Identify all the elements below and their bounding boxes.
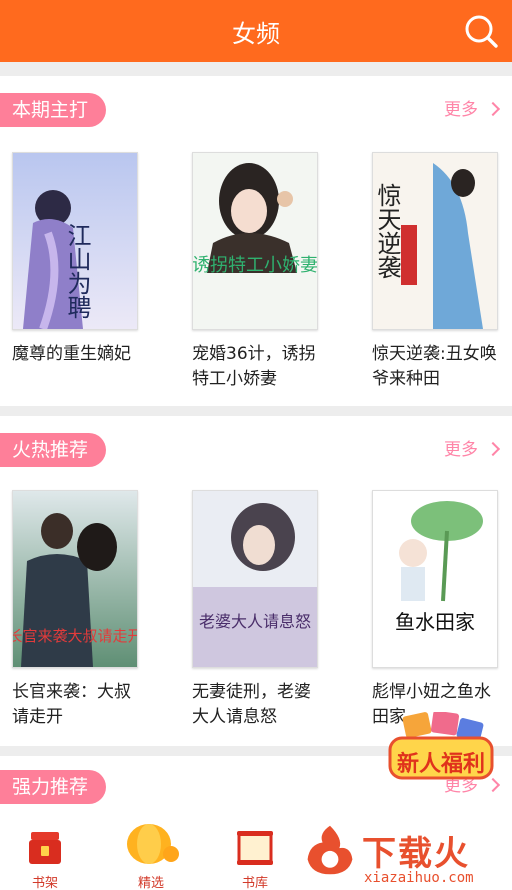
- book-cover[interactable]: 老婆大人请息怒: [192, 490, 318, 668]
- book-card[interactable]: 江山为聘 魔尊的重生嫡妃: [12, 152, 142, 367]
- book-cover[interactable]: 江山为聘: [12, 152, 138, 330]
- cover-title: 惊天逆袭: [373, 183, 401, 279]
- book-title[interactable]: 惊天逆袭:丑女唤爷来种田: [372, 342, 502, 392]
- chevron-right-icon: [485, 441, 501, 457]
- promo-label: 新人福利: [396, 752, 485, 777]
- section-title: 火热推荐: [0, 433, 107, 467]
- flame-logo-icon: [307, 825, 353, 875]
- cover-title: 江山为聘: [63, 223, 91, 319]
- book-card[interactable]: 鱼水田家 彪悍小妞之鱼水田家: [372, 490, 502, 730]
- scroll-icon: [237, 831, 273, 865]
- lantern-icon: [127, 824, 179, 864]
- tab-label: 书库: [241, 876, 268, 890]
- book-title[interactable]: 宠婚36计，诱拐特工小娇妻: [192, 342, 322, 392]
- section-featured: 本期主打 更多 江山为聘 魔尊的重生嫡妃 诱拐特工小娇妻 宠婚36计，诱拐特工小…: [0, 76, 512, 406]
- book-cover[interactable]: 惊天逆袭: [372, 152, 498, 330]
- more-link[interactable]: 更多: [444, 436, 501, 464]
- new-user-promo-badge[interactable]: 新人福利: [386, 710, 496, 788]
- book-card[interactable]: 惊天逆袭 惊天逆袭:丑女唤爷来种田: [372, 152, 502, 392]
- book-card[interactable]: 长官来袭大叔请走开 长官来袭：大叔请走开: [12, 490, 142, 730]
- top-bar: 女频: [0, 0, 512, 62]
- cover-title: 长官来袭大叔请走开: [13, 627, 137, 645]
- page-title: 女频: [232, 20, 280, 48]
- section-title: 本期主打: [0, 93, 107, 127]
- watermark: 下载火 xiazaihuo.com: [302, 820, 510, 890]
- search-icon[interactable]: [462, 12, 500, 50]
- book-title[interactable]: 长官来袭：大叔请走开: [12, 680, 142, 730]
- book-cover[interactable]: 鱼水田家: [372, 490, 498, 668]
- book-card[interactable]: 诱拐特工小娇妻 宠婚36计，诱拐特工小娇妻: [192, 152, 322, 392]
- cover-title: 鱼水田家: [395, 610, 475, 634]
- cover-title: 诱拐特工小娇妻: [193, 255, 317, 276]
- book-cover[interactable]: 诱拐特工小娇妻: [192, 152, 318, 330]
- cover-title: 老婆大人请息怒: [199, 612, 311, 631]
- chevron-right-icon: [485, 101, 501, 117]
- tab-label: 精选: [137, 876, 164, 890]
- book-card[interactable]: 老婆大人请息怒 无妻徒刑，老婆大人请息怒: [192, 490, 322, 730]
- tab-label: 书架: [31, 876, 58, 890]
- book-cover[interactable]: 长官来袭大叔请走开: [12, 490, 138, 668]
- book-title[interactable]: 无妻徒刑，老婆大人请息怒: [192, 680, 322, 730]
- watermark-url: xiazaihuo.com: [364, 870, 474, 886]
- more-link[interactable]: 更多: [444, 96, 501, 124]
- section-title: 强力推荐: [0, 770, 107, 804]
- book-title[interactable]: 魔尊的重生嫡妃: [12, 342, 142, 367]
- section-hot: 火热推荐 更多 长官来袭大叔请走开 长官来袭：大叔请走开 老婆大人请息怒 无妻徒…: [0, 416, 512, 746]
- bookshelf-icon: [29, 832, 61, 864]
- watermark-brand: 下载火: [362, 834, 470, 874]
